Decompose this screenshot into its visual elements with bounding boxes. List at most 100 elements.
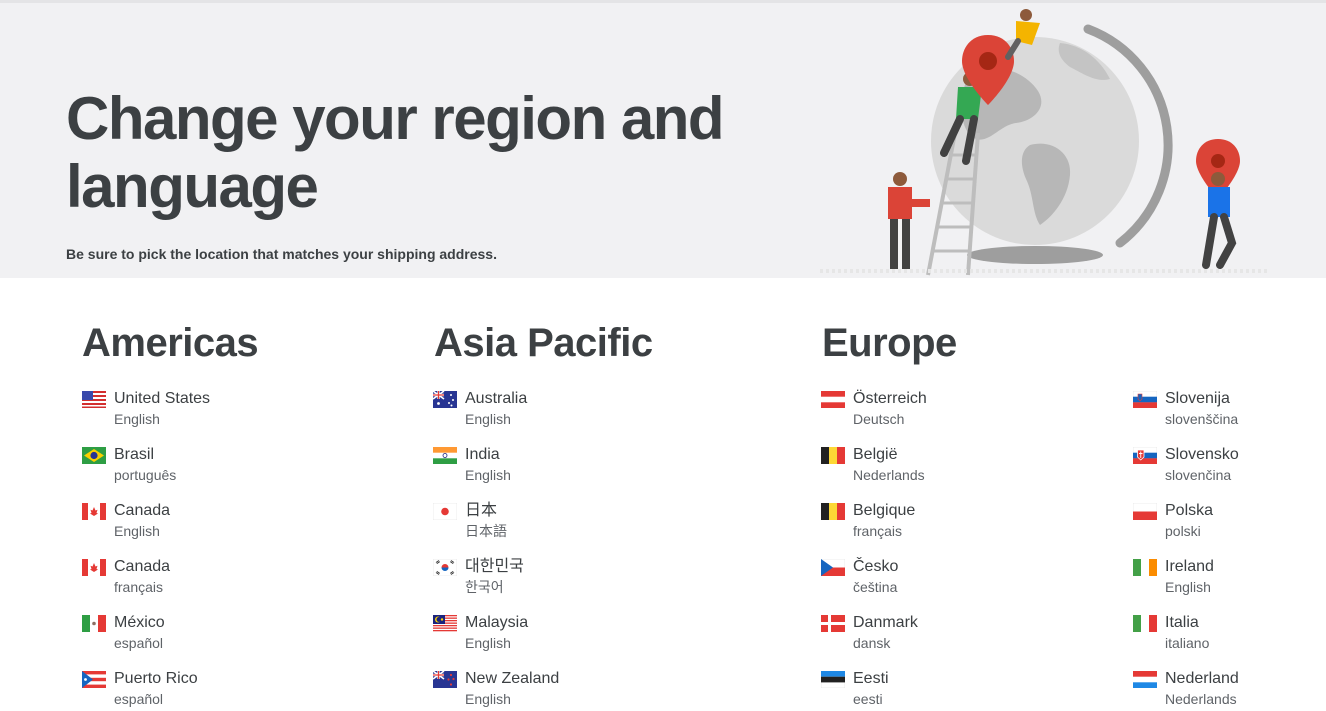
americas-list: United States English Brasil português Canad… <box>82 388 210 711</box>
region-link[interactable]: United States English <box>82 388 210 444</box>
country-name: Österreich <box>853 390 927 407</box>
region-link[interactable]: Italia italiano <box>1133 612 1239 668</box>
puerto-rico-flag-icon <box>82 671 106 688</box>
italy-flag-icon <box>1133 615 1157 632</box>
country-name: Nederland <box>1165 670 1239 687</box>
region-link[interactable]: Slovensko slovenčina <box>1133 444 1239 500</box>
country-name: 日本 <box>465 502 498 519</box>
czech-flag-icon <box>821 559 845 576</box>
language-name: Nederlands <box>853 467 925 483</box>
country-name: India <box>465 446 500 463</box>
region-link[interactable]: Canada français <box>82 556 210 612</box>
region-link[interactable]: Malaysia English <box>433 612 559 668</box>
language-name: dansk <box>853 635 891 651</box>
hero-banner: Change your region and language Be sure … <box>0 0 1326 278</box>
europe-list-continued: Slovenija slovenščina Slovensko slovenčina P… <box>1133 388 1239 711</box>
language-name: italiano <box>1165 635 1210 651</box>
country-name: Puerto Rico <box>114 670 198 687</box>
country-name: Belgique <box>853 502 916 519</box>
country-name: United States <box>114 390 211 407</box>
language-name: English <box>114 411 160 427</box>
language-name: français <box>114 579 164 595</box>
country-name: Slovenija <box>1165 390 1230 407</box>
page-title: Change your region and language <box>66 85 725 220</box>
region-link[interactable]: México español <box>82 612 210 668</box>
belgium-flag-icon <box>821 447 845 464</box>
country-name: Eesti <box>853 670 889 687</box>
language-name: English <box>465 635 511 651</box>
language-name: español <box>114 635 164 651</box>
malaysia-flag-icon <box>433 615 457 632</box>
japan-flag-icon <box>433 503 457 520</box>
region-link[interactable]: Belgique français <box>821 500 927 556</box>
language-name: français <box>853 523 903 539</box>
us-flag-icon <box>82 391 106 408</box>
language-name: português <box>114 467 177 483</box>
country-name: Ireland <box>1165 558 1214 575</box>
region-link[interactable]: Australia English <box>433 388 559 444</box>
poland-flag-icon <box>1133 503 1157 520</box>
country-name: Danmark <box>853 614 918 631</box>
slovakia-flag-icon <box>1133 447 1157 464</box>
page-subtitle: Be sure to pick the location that matche… <box>66 246 497 262</box>
region-link[interactable]: Slovenija slovenščina <box>1133 388 1239 444</box>
brazil-flag-icon <box>82 447 106 464</box>
region-link[interactable]: Brasil português <box>82 444 210 500</box>
region-link[interactable]: Česko čeština <box>821 556 927 612</box>
language-name: 日本語 <box>465 523 507 539</box>
language-name: eesti <box>853 691 883 707</box>
estonia-flag-icon <box>821 671 845 688</box>
netherlands-flag-icon <box>1133 671 1157 688</box>
asia-pacific-list: Australia English India English 日本 日本語 대한민국 한국어… <box>433 388 559 711</box>
country-name: Australia <box>465 390 528 407</box>
europe-list: Österreich Deutsch België Nederlands Belgiqu… <box>821 388 927 711</box>
korea-flag-icon <box>433 559 457 576</box>
region-link[interactable]: 대한민국 한국어 <box>433 556 559 612</box>
region-link[interactable]: Österreich Deutsch <box>821 388 927 444</box>
language-name: English <box>114 523 160 539</box>
language-name: slovenščina <box>1165 411 1239 427</box>
austria-flag-icon <box>821 391 845 408</box>
slovenia-flag-icon <box>1133 391 1157 408</box>
language-name: slovenčina <box>1165 467 1232 483</box>
language-name: English <box>465 467 511 483</box>
region-link[interactable]: België Nederlands <box>821 444 927 500</box>
region-link[interactable]: Nederland Nederlands <box>1133 668 1239 711</box>
region-link[interactable]: Puerto Rico español <box>82 668 210 711</box>
canada-flag-icon <box>82 559 106 576</box>
language-name: English <box>465 411 511 427</box>
globe-illustration <box>820 9 1270 276</box>
region-link[interactable]: Eesti eesti <box>821 668 927 711</box>
language-name: Deutsch <box>853 411 905 427</box>
language-name: English <box>1165 579 1211 595</box>
country-name: México <box>114 614 165 631</box>
region-link[interactable]: Danmark dansk <box>821 612 927 668</box>
region-link[interactable]: 日本 日本語 <box>433 500 559 556</box>
country-name: Polska <box>1165 502 1214 519</box>
country-name: Slovensko <box>1165 446 1239 463</box>
language-name: čeština <box>853 579 898 595</box>
new-zealand-flag-icon <box>433 671 457 688</box>
region-link[interactable]: Ireland English <box>1133 556 1239 612</box>
language-name: Nederlands <box>1165 691 1237 707</box>
belgium-flag-icon <box>821 503 845 520</box>
denmark-flag-icon <box>821 615 845 632</box>
region-link[interactable]: New Zealand English <box>433 668 559 711</box>
country-name: Italia <box>1165 614 1199 631</box>
country-name: Malaysia <box>465 614 529 631</box>
language-name: español <box>114 691 164 707</box>
canada-flag-icon <box>82 503 106 520</box>
language-name: polski <box>1165 523 1201 539</box>
country-name: Canada <box>114 558 171 575</box>
region-title-americas: Americas <box>82 321 259 365</box>
country-name: Canada <box>114 502 171 519</box>
region-link[interactable]: Polska polski <box>1133 500 1239 556</box>
country-name: New Zealand <box>465 670 560 687</box>
region-title-asia-pacific: Asia Pacific <box>434 321 653 365</box>
region-link[interactable]: Canada English <box>82 500 210 556</box>
region-title-europe: Europe <box>822 321 957 365</box>
mexico-flag-icon <box>82 615 106 632</box>
region-link[interactable]: India English <box>433 444 559 500</box>
australia-flag-icon <box>433 391 457 408</box>
ireland-flag-icon <box>1133 559 1157 576</box>
